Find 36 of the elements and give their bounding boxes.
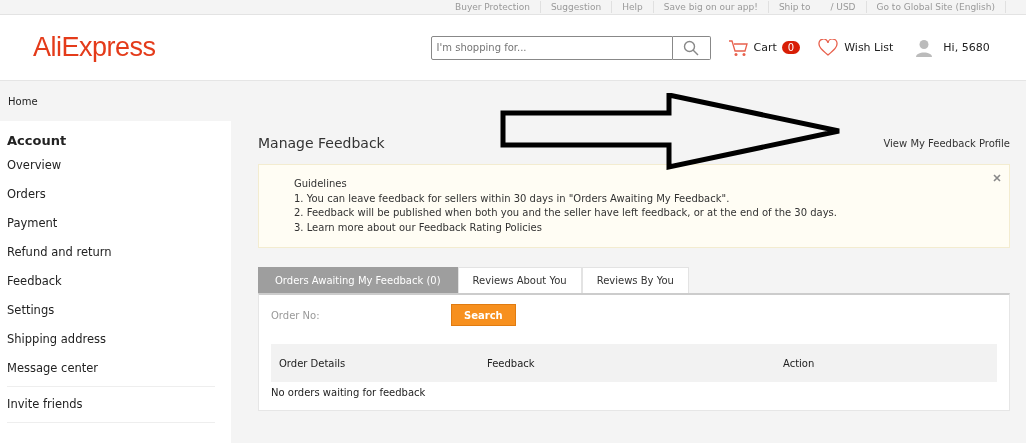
guideline-text: 3. Learn more about our Feedback Rating Policies	[294, 220, 543, 235]
cart-link[interactable]: Cart	[753, 41, 777, 54]
user-greeting[interactable]: Hi, 5680	[943, 41, 990, 54]
cart-icon[interactable]	[727, 38, 748, 57]
guideline-text: 2. Feedback will be published when both you and the seller have left feedback, or at the end of the 30 days.	[294, 206, 838, 220]
sidebar-item[interactable]: Message center	[7, 361, 223, 390]
logo[interactable]: AliExpress	[33, 32, 156, 63]
sidebar-item[interactable]: Shipping address	[7, 332, 223, 361]
order-number-label: Order No:	[271, 309, 321, 321]
cart-count: 0	[781, 41, 801, 54]
sidebar-item[interactable]: Feedback	[7, 274, 223, 303]
sidebar-item[interactable]: Orders	[7, 187, 223, 216]
wish-list-link[interactable]: Wish List	[844, 41, 894, 54]
avatar-icon[interactable]	[915, 38, 934, 57]
search-field[interactable]: I'm shopping for...	[430, 35, 673, 60]
feedback-profile-link[interactable]: View My Feedback Profile	[883, 137, 1010, 149]
sidebar-item[interactable]: Refund and return	[7, 245, 223, 274]
column-header: Action	[782, 357, 815, 369]
sidebar-item[interactable]: Invite friends	[7, 397, 223, 426]
breadcrumb-link[interactable]: Home	[8, 95, 38, 107]
empty-message: No orders waiting for feedback	[271, 387, 427, 398]
search-icon	[683, 39, 700, 56]
guideline-text: 1. You can leave feedback for sellers within 30 days in "Orders Awaiting My Feedback".	[294, 191, 731, 206]
guidelines-title: Guidelines	[294, 177, 348, 191]
sidebar-item[interactable]: Payment	[7, 216, 223, 245]
page-title: Manage Feedback	[258, 135, 385, 151]
sidebar-item[interactable]: Settings	[7, 303, 223, 332]
sidebar-title: Account	[7, 133, 68, 148]
tab[interactable]: Reviews By You	[581, 267, 689, 293]
heart-icon[interactable]	[818, 38, 839, 57]
column-header: Order Details	[278, 357, 347, 369]
search-button[interactable]	[672, 35, 711, 60]
close-icon[interactable]	[993, 174, 1001, 182]
tab[interactable]: Reviews About You	[457, 267, 582, 293]
sidebar-item[interactable]: Overview	[7, 158, 223, 187]
column-header: Feedback	[486, 357, 536, 369]
